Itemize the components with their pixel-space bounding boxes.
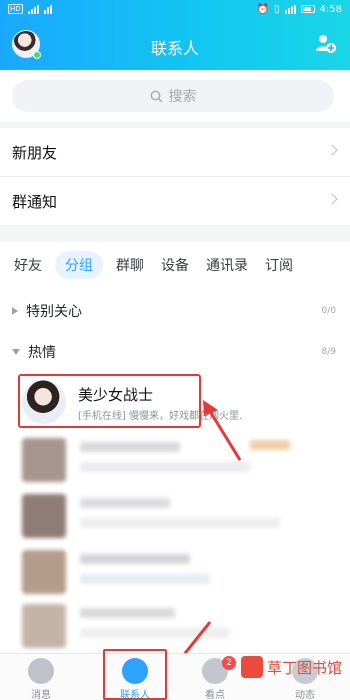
vibrate-icon: ▯ xyxy=(274,3,280,15)
page-title: 联系人 xyxy=(150,39,199,58)
collapsed-arrow-icon xyxy=(12,307,18,315)
watermark-logo-icon xyxy=(240,656,263,678)
blurred-status xyxy=(80,518,280,528)
cell-signal-icon xyxy=(284,4,296,14)
tab-groups[interactable]: 分组 xyxy=(55,251,103,279)
list-item[interactable] xyxy=(0,488,350,544)
new-friends-row[interactable]: 新朋友 xyxy=(0,128,350,176)
watermark-text: 草丁图书馆 xyxy=(266,658,342,677)
group-notice-label: 群通知 xyxy=(12,192,58,211)
highlight-box xyxy=(103,649,167,700)
nav-label: 动态 xyxy=(295,690,315,700)
search-placeholder: 搜索 xyxy=(168,89,197,105)
alarm-icon: ⏰ xyxy=(256,3,270,15)
hd-indicator: HD xyxy=(8,4,23,14)
search-section: 搜索 xyxy=(0,70,350,122)
clock-time: 4:58 xyxy=(319,3,342,15)
status-bar: HD ⏰ ▯ 4:58 xyxy=(0,0,350,18)
battery-icon xyxy=(300,5,315,13)
group-header-passion[interactable]: 热情 8/9 xyxy=(0,335,350,369)
chevron-right-icon xyxy=(326,193,338,205)
group-name: 热情 xyxy=(28,345,56,361)
tab-address-book[interactable]: 通讯录 xyxy=(206,251,248,279)
avatar xyxy=(22,604,66,648)
new-friends-label: 新朋友 xyxy=(12,143,58,162)
nav-label: 看点 xyxy=(205,690,225,700)
tab-friends[interactable]: 好友 xyxy=(14,251,42,279)
nav-label: 消息 xyxy=(31,690,51,700)
wifi-icon xyxy=(43,4,52,14)
list-item[interactable] xyxy=(0,432,350,488)
blurred-name xyxy=(80,442,180,452)
nav-discover[interactable]: 2 看点 xyxy=(180,656,250,700)
avatar xyxy=(22,438,66,482)
nav-messages[interactable]: 消息 xyxy=(6,658,76,700)
tab-devices[interactable]: 设备 xyxy=(161,251,189,279)
avatar xyxy=(22,550,66,594)
blurred-name xyxy=(80,554,190,564)
blurred-status xyxy=(80,462,250,472)
top-bar: HD ⏰ ▯ 4:58 联系人 xyxy=(0,0,350,70)
tab-group-chats[interactable]: 群聊 xyxy=(116,251,144,279)
group-notice-row[interactable]: 群通知 xyxy=(0,177,350,225)
chat-bubble-icon xyxy=(28,658,54,684)
highlight-box xyxy=(18,374,201,428)
list-item[interactable] xyxy=(0,598,350,654)
blurred-status xyxy=(80,574,210,584)
group-header-special[interactable]: 特别关心 0/0 xyxy=(0,294,350,328)
group-name: 特别关心 xyxy=(26,304,82,320)
contact-tabs: 好友 分组 群聊 设备 通讯录 订阅 xyxy=(0,242,350,288)
tab-subscriptions[interactable]: 订阅 xyxy=(265,251,293,279)
blurred-status xyxy=(80,628,230,638)
add-friend-icon[interactable] xyxy=(314,32,336,54)
blurred-name xyxy=(80,498,170,508)
search-icon xyxy=(150,90,162,102)
watermark: 草丁图书馆 xyxy=(240,656,342,678)
search-input[interactable]: 搜索 xyxy=(12,80,334,112)
group-count: 8/9 xyxy=(321,347,336,357)
group-count: 0/0 xyxy=(321,306,336,316)
list-item[interactable] xyxy=(0,544,350,600)
blurred-mark xyxy=(250,440,290,450)
blurred-name xyxy=(80,608,175,618)
avatar xyxy=(22,494,66,538)
chevron-right-icon xyxy=(326,144,338,156)
signal-icon xyxy=(27,4,39,14)
notification-badge: 2 xyxy=(222,656,236,670)
expanded-arrow-icon xyxy=(12,349,20,355)
